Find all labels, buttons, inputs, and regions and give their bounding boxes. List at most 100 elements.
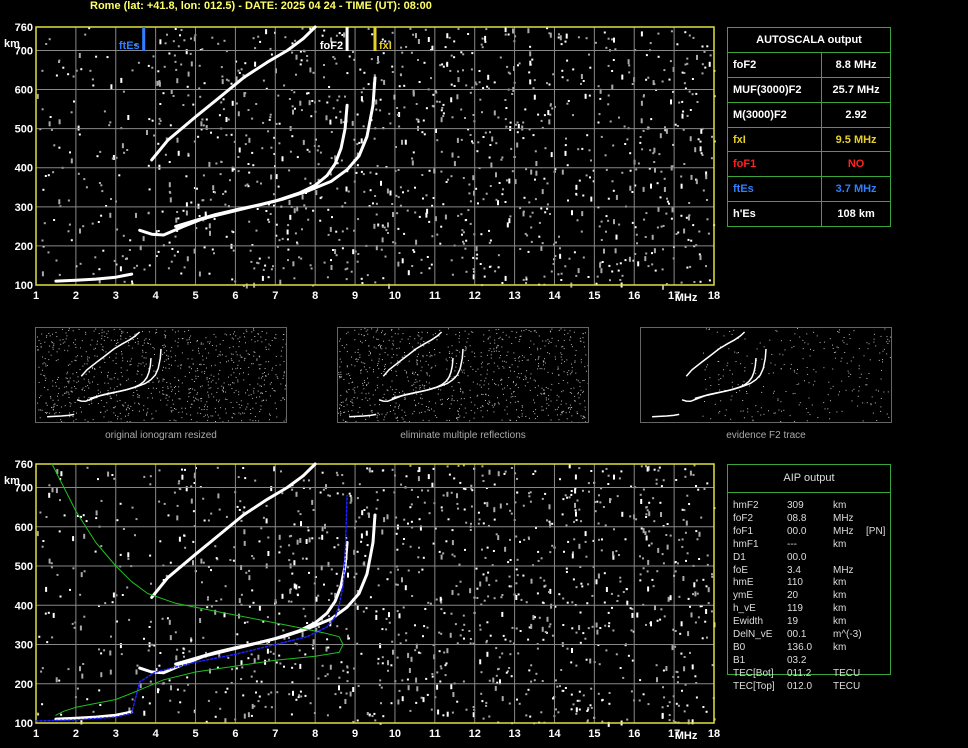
aip-param-label: hmF2: [733, 500, 759, 511]
x-tick-label: 11: [429, 290, 441, 302]
aip-param-unit: MHz: [833, 512, 854, 524]
aip-param-flag: [PN]: [866, 525, 886, 537]
autoscala-label: fxI: [726, 126, 823, 153]
thumbnail-f2-trace: [640, 327, 892, 423]
aip-param-label: foF2: [733, 512, 754, 524]
x-tick-label: 8: [312, 290, 318, 302]
aip-param-value: 119: [787, 603, 803, 615]
x-tick-label: 15: [588, 290, 600, 302]
aip-param-label: h_vE: [733, 603, 756, 615]
aip-param-value: 110: [787, 577, 803, 589]
aip-param-unit: MHz: [833, 564, 854, 576]
trace-series: [150, 25, 317, 162]
y-tick-label: 100: [15, 280, 33, 292]
aip-param-unit: m^(-3): [833, 629, 862, 640]
x-tick-label: 5: [192, 290, 198, 302]
marker-label: fxI: [379, 40, 392, 52]
x-tick-label: 1: [33, 290, 39, 302]
aip-param-unit: km: [833, 603, 847, 615]
x-tick-label: 13: [508, 290, 520, 302]
x-tick-label: 4: [153, 290, 160, 302]
y-tick-label: 760: [15, 22, 33, 34]
aip-param-label: foE: [733, 564, 749, 576]
autoscala-value: 108 km: [821, 201, 891, 228]
marker-label: ftEs: [119, 40, 140, 52]
thumb-trace: [80, 331, 141, 377]
y-axis-label: km: [4, 38, 20, 50]
thumb-trace: [652, 413, 680, 418]
autoscala-row: fxI 9.5 MHz: [726, 126, 891, 153]
thumb-f2-trace: [652, 328, 891, 422]
aip-param-value: 011.2: [787, 667, 812, 679]
aip-param-unit: MHz: [833, 525, 854, 537]
aip-param-label: DelN_vE: [733, 629, 773, 640]
autoscala-value: 8.8 MHz: [821, 51, 891, 78]
autoscala-label: h'Es: [726, 201, 823, 228]
thumb-original-trace: [36, 328, 287, 423]
autoscala-row: M(3000)F2 2.92: [726, 101, 891, 128]
autoscala-title: AUTOSCALA output: [727, 27, 891, 53]
aip-param-value: 00.1: [787, 629, 807, 640]
thumbnail-original: [35, 327, 287, 423]
aip-param-unit: km: [833, 616, 847, 628]
marker-label: foF2: [320, 40, 343, 52]
thumbnail-caption-original: original ionogram resized: [105, 430, 217, 441]
autoscala-value: 3.7 MHz: [821, 176, 891, 203]
autoscala-value: 9.5 MHz: [821, 126, 891, 153]
thumb-trace: [89, 348, 162, 400]
autoscala-value: NO: [821, 151, 891, 178]
x-tick-label: 9: [352, 290, 358, 302]
thumb-trace: [382, 331, 443, 377]
x-tick-label: 7: [272, 290, 278, 302]
y-tick-label: 300: [15, 202, 33, 214]
aip-param-value: 03.2: [787, 654, 807, 666]
aip-param-value: 08.8: [787, 512, 807, 524]
aip-param-value: 012.0: [787, 680, 813, 692]
aip-param-label: hmF1: [733, 538, 759, 550]
aip-param-value: 00.0: [787, 551, 807, 563]
aip-param-value: ---: [787, 538, 797, 550]
x-axis-label: MHz: [675, 292, 698, 304]
autoscala-table: AUTOSCALA output foF2 8.8 MHz MUF(3000)F2…: [726, 27, 891, 228]
aip-param-value: 136.0: [787, 641, 813, 653]
autoscala-row: ftEs 3.7 MHz: [726, 176, 891, 203]
thumbnail-caption-f2: evidence F2 trace: [726, 430, 806, 441]
aip-param-unit: km: [833, 538, 847, 550]
thumb-reflections-trace: [338, 328, 589, 423]
x-tick-label: 12: [469, 290, 481, 302]
aip-param-value: 00.0: [787, 525, 807, 537]
autoscala-label: foF1: [726, 151, 823, 178]
autoscala-row: foF1 NO: [726, 151, 891, 178]
thumb-trace: [349, 413, 377, 418]
autoscala-value: 25.7 MHz: [821, 76, 891, 103]
thumbnail-caption-reflections: eliminate multiple reflections: [400, 430, 526, 441]
thumb-trace: [685, 331, 746, 377]
y-tick-label: 500: [15, 124, 33, 136]
x-tick-label: 2: [73, 290, 79, 302]
x-tick-label: 6: [232, 290, 238, 302]
aip-param-label: TEC[Bot]: [733, 667, 774, 679]
aip-param-unit: TECU: [833, 667, 861, 679]
autoscala-label: M(3000)F2: [726, 101, 823, 128]
aip-param-label: B1: [733, 654, 746, 666]
aip-title: AIP output: [728, 465, 890, 493]
x-tick-label: 16: [628, 290, 640, 302]
y-tick-label: 200: [15, 241, 33, 253]
autoscala-row: foF2 8.8 MHz: [726, 51, 891, 78]
autoscala-label: foF2: [726, 51, 823, 78]
autoscala-label: MUF(3000)F2: [726, 76, 823, 103]
autoscala-label: ftEs: [726, 176, 823, 203]
aip-param-label: Ewidth: [733, 616, 764, 628]
aip-param-label: hmE: [733, 577, 754, 589]
aip-param-value: 19: [787, 616, 799, 628]
y-tick-label: 400: [15, 163, 33, 175]
aip-param-label: ymE: [733, 590, 753, 602]
noise-speckles: [36, 27, 716, 290]
thumbnail-multiple-reflections: [337, 327, 589, 423]
x-tick-label: 10: [389, 290, 401, 302]
autoscala-row: MUF(3000)F2 25.7 MHz: [726, 76, 891, 103]
aip-param-unit: km: [833, 641, 847, 653]
y-tick-label: 600: [15, 85, 33, 97]
x-tick-label: 3: [113, 290, 119, 302]
autoscala-row: h'Es 108 km: [726, 201, 891, 228]
